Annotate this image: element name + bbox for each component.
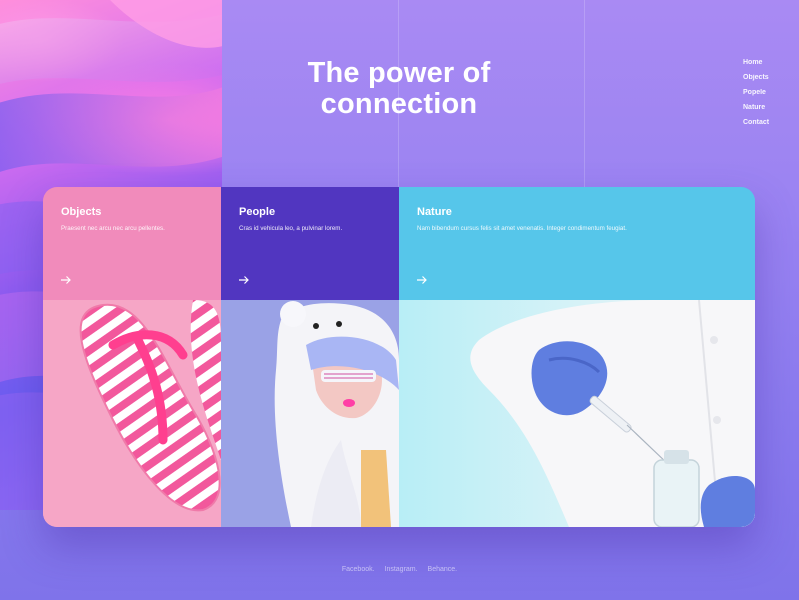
lab-scientist-with-syringe-photo (399, 300, 755, 527)
card-people[interactable]: People Cras id vehicula leo, a pulvinar … (221, 187, 399, 527)
nav-item-contact[interactable]: Contact (743, 115, 769, 130)
page-title-line2: connection (320, 88, 478, 120)
card-title: Objects (61, 206, 102, 218)
page-title-line1: The power of (307, 57, 491, 89)
behance-link[interactable]: Behance. (428, 566, 458, 573)
card-objects[interactable]: Objects Praesent nec arcu nec arcu pelle… (43, 187, 221, 527)
arrow-right-icon[interactable] (416, 275, 428, 285)
woman-in-bear-costume-photo (221, 300, 399, 527)
footer-social-links: Facebook. Instagram. Behance. (0, 566, 799, 573)
card-description: Praesent nec arcu nec arcu pellentes. (61, 225, 165, 232)
arrow-right-icon[interactable] (238, 275, 250, 285)
grid-line (584, 0, 585, 188)
facebook-link[interactable]: Facebook. (342, 566, 375, 573)
nav-item-home[interactable]: Home (743, 55, 769, 70)
card-title: Nature (417, 206, 452, 218)
instagram-link[interactable]: Instagram. (385, 566, 418, 573)
card-nature[interactable]: Nature Nam bibendum cursus felis sit ame… (399, 187, 755, 527)
nav-item-objects[interactable]: Objects (743, 70, 769, 85)
striped-flip-flops-photo (43, 300, 221, 527)
category-cards: Objects Praesent nec arcu nec arcu pelle… (43, 187, 755, 527)
card-description: Nam bibendum cursus felis sit amet venen… (417, 225, 627, 232)
card-description: Cras id vehicula leo, a pulvinar lorem. (239, 225, 343, 232)
card-title: People (239, 206, 276, 218)
arrow-right-icon[interactable] (60, 275, 72, 285)
nav-item-nature[interactable]: Nature (743, 100, 769, 115)
main-nav: Home Objects Popele Nature Contact (743, 55, 769, 130)
nav-item-people[interactable]: Popele (743, 85, 769, 100)
card-header: Nature Nam bibendum cursus felis sit ame… (399, 187, 755, 300)
page-title: The power of connection (268, 58, 530, 120)
